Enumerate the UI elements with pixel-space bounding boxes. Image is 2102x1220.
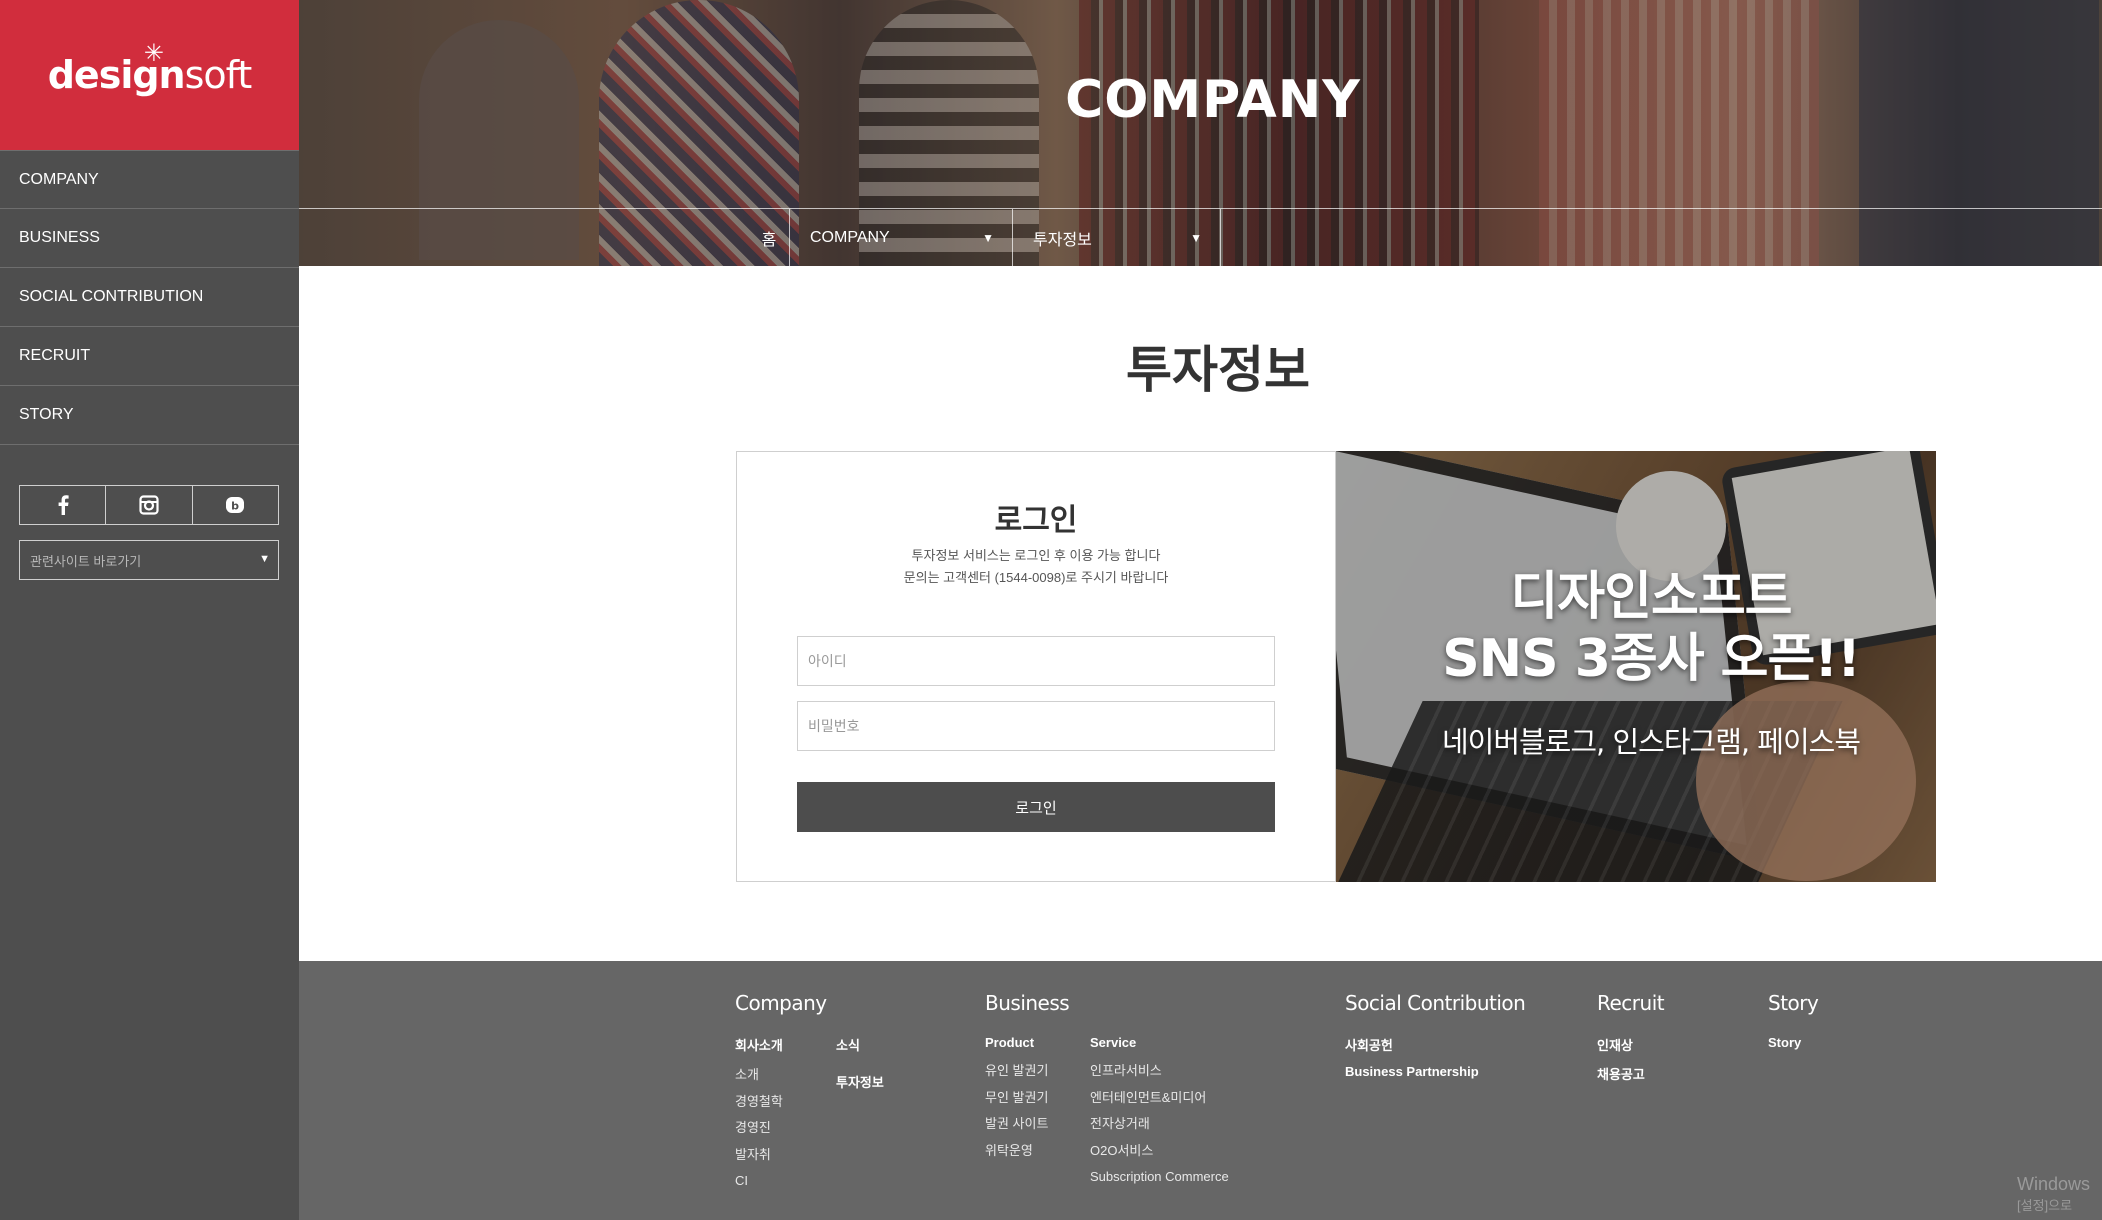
login-description: 투자정보 서비스는 로그인 후 이용 가능 합니다 문의는 고객센터 (1544… xyxy=(737,545,1335,589)
breadcrumb-divider xyxy=(1220,209,1221,266)
footer-business-service: Service 인프라서비스 엔터테인먼트&미디어 전자상거래 O2O서비스 S… xyxy=(1090,1035,1229,1191)
sidebar-item-company[interactable]: COMPANY xyxy=(0,150,299,209)
dropdown-arrow-icon: ▼ xyxy=(982,231,994,245)
footer-link-service[interactable]: Service xyxy=(1090,1035,1229,1050)
breadcrumb-level2-label: 투자정보 xyxy=(1033,231,1092,249)
sidebar-item-label: BUSINESS xyxy=(19,229,100,246)
footer-col-business: Business xyxy=(985,991,1070,1035)
sidebar-item-label: COMPANY xyxy=(19,170,99,188)
footer-col-social: Social Contribution xyxy=(1345,991,1526,1035)
footer-social-sub: 사회공헌 Business Partnership xyxy=(1345,1035,1479,1087)
promo-headline-line: SNS 3종사 오픈!! xyxy=(1442,629,1861,689)
sidebar-item-label: RECRUIT xyxy=(19,347,91,364)
login-title: 로그인 xyxy=(994,503,1078,538)
watermark-line: [설정]으로 xyxy=(2017,1198,2073,1213)
footer-link[interactable]: 엔터테인먼트&미디어 xyxy=(1090,1085,1229,1112)
footer-link-company-intro[interactable]: 회사소개 xyxy=(735,1035,783,1054)
footer-link[interactable]: Subscription Commerce xyxy=(1090,1164,1229,1191)
footer-col-recruit: Recruit xyxy=(1597,991,1665,1035)
footer-link-jobs[interactable]: 채용공고 xyxy=(1597,1064,1645,1083)
footer-company-sub1: 회사소개 소개 경영철학 경영진 발자취 CI xyxy=(735,1035,783,1195)
breadcrumb-level1-label: COMPANY xyxy=(810,228,890,246)
password-input-placeholder: 비밀번호 xyxy=(808,718,860,734)
footer-link[interactable]: 무인 발권기 xyxy=(985,1085,1048,1112)
hero-title: COMPANY xyxy=(1065,70,1361,130)
login-button[interactable]: 로그인 xyxy=(797,782,1275,832)
footer: Company 회사소개 소개 경영철학 경영진 발자취 CI 소식 투자정보 … xyxy=(299,961,2102,1220)
blog-icon[interactable]: b xyxy=(193,486,278,524)
footer-link[interactable]: 인프라서비스 xyxy=(1090,1058,1229,1085)
footer-heading[interactable]: Recruit xyxy=(1597,991,1665,1015)
logo[interactable]: designsoft ✳ xyxy=(0,0,299,150)
footer-link-business-partnership[interactable]: Business Partnership xyxy=(1345,1064,1479,1079)
dropdown-arrow-icon: ▼ xyxy=(259,553,270,565)
footer-link[interactable]: 소개 xyxy=(735,1062,783,1089)
logo-text: designsoft ✳ xyxy=(47,39,253,97)
footer-link-talent[interactable]: 인재상 xyxy=(1597,1035,1645,1054)
breadcrumb: 홈 COMPANY ▼ 투자정보 ▼ xyxy=(299,208,2102,266)
footer-link-news[interactable]: 소식 xyxy=(836,1035,884,1054)
footer-heading[interactable]: Story xyxy=(1768,991,1819,1015)
footer-link-investor[interactable]: 투자정보 xyxy=(836,1072,884,1091)
footer-story-sub: Story xyxy=(1768,1035,1801,1058)
footer-link[interactable]: 위탁운영 xyxy=(985,1138,1048,1165)
sidebar-nav: COMPANY BUSINESS SOCIAL CONTRIBUTION REC… xyxy=(0,150,299,445)
login-description-line: 투자정보 서비스는 로그인 후 이용 가능 합니다 xyxy=(911,548,1161,563)
footer-link[interactable]: 발권 사이트 xyxy=(985,1111,1048,1138)
logo-text-bold: design xyxy=(47,53,186,97)
footer-link[interactable]: O2O서비스 xyxy=(1090,1138,1229,1165)
facebook-icon[interactable] xyxy=(20,486,107,524)
password-input[interactable]: 비밀번호 xyxy=(797,701,1275,751)
sidebar-item-social-contribution[interactable]: SOCIAL CONTRIBUTION xyxy=(0,268,299,327)
footer-link[interactable]: 발자취 xyxy=(735,1142,783,1169)
related-sites-select[interactable]: 관련사이트 바로가기 ▼ xyxy=(19,540,279,580)
promo-headline: 디자인소프트 SNS 3종사 오픈!! xyxy=(1336,566,1936,690)
sidebar-item-business[interactable]: BUSINESS xyxy=(0,209,299,268)
footer-link[interactable]: 유인 발권기 xyxy=(985,1058,1048,1085)
footer-link-story[interactable]: Story xyxy=(1768,1035,1801,1050)
footer-heading[interactable]: Social Contribution xyxy=(1345,991,1526,1015)
page-title: 투자정보 xyxy=(1126,341,1310,399)
related-sites-label: 관련사이트 바로가기 xyxy=(30,553,142,569)
promo-subtitle: 네이버블로그, 인스타그램, 페이스북 xyxy=(1441,725,1861,759)
footer-heading[interactable]: Company xyxy=(735,991,827,1015)
footer-heading[interactable]: Business xyxy=(985,991,1070,1015)
logo-text-light: soft xyxy=(184,53,253,97)
footer-link[interactable]: 경영철학 xyxy=(735,1089,783,1116)
sns-links: b xyxy=(19,485,279,525)
sidebar: designsoft ✳ COMPANY BUSINESS SOCIAL CON… xyxy=(0,0,299,1220)
footer-link-product[interactable]: Product xyxy=(985,1035,1048,1050)
promo-headline-line: 디자인소프트 xyxy=(1510,567,1792,627)
breadcrumb-home[interactable]: 홈 xyxy=(749,209,789,266)
logo-star-icon: ✳ xyxy=(143,39,164,67)
windows-activation-watermark: Windows [설정]으로 xyxy=(2017,1174,2102,1216)
footer-link[interactable]: 경영진 xyxy=(735,1115,783,1142)
svg-text:b: b xyxy=(231,500,239,513)
sidebar-item-story[interactable]: STORY xyxy=(0,386,299,445)
login-description-line: 문의는 고객센터 (1544-0098)로 주시기 바랍니다 xyxy=(903,570,1169,585)
breadcrumb-level1-dropdown[interactable]: COMPANY ▼ xyxy=(789,209,1012,266)
footer-recruit-sub: 인재상 채용공고 xyxy=(1597,1035,1645,1091)
footer-col-story: Story xyxy=(1768,991,1819,1035)
footer-link[interactable]: 전자상거래 xyxy=(1090,1111,1229,1138)
breadcrumb-level2-dropdown[interactable]: 투자정보 ▼ xyxy=(1012,209,1220,266)
footer-col-company: Company xyxy=(735,991,827,1035)
sidebar-item-label: SOCIAL CONTRIBUTION xyxy=(19,288,204,305)
id-input[interactable]: 아이디 xyxy=(797,636,1275,686)
footer-business-product: Product 유인 발권기 무인 발권기 발권 사이트 위탁운영 xyxy=(985,1035,1048,1164)
login-card: 로그인 투자정보 서비스는 로그인 후 이용 가능 합니다 문의는 고객센터 (… xyxy=(736,451,1336,882)
footer-link-social[interactable]: 사회공헌 xyxy=(1345,1035,1479,1054)
footer-link[interactable]: CI xyxy=(735,1168,783,1195)
sidebar-item-recruit[interactable]: RECRUIT xyxy=(0,327,299,386)
footer-company-sub2: 소식 투자정보 xyxy=(836,1035,884,1099)
watermark-line: Windows xyxy=(2017,1174,2091,1194)
id-input-placeholder: 아이디 xyxy=(808,653,847,669)
sidebar-item-label: STORY xyxy=(19,406,74,423)
dropdown-arrow-icon: ▼ xyxy=(1190,231,1202,245)
hero-banner: COMPANY 홈 COMPANY ▼ 투자정보 ▼ xyxy=(299,0,2102,266)
sns-promo-banner[interactable]: 디자인소프트 SNS 3종사 오픈!! 네이버블로그, 인스타그램, 페이스북 xyxy=(1336,451,1936,882)
instagram-icon[interactable] xyxy=(106,486,193,524)
